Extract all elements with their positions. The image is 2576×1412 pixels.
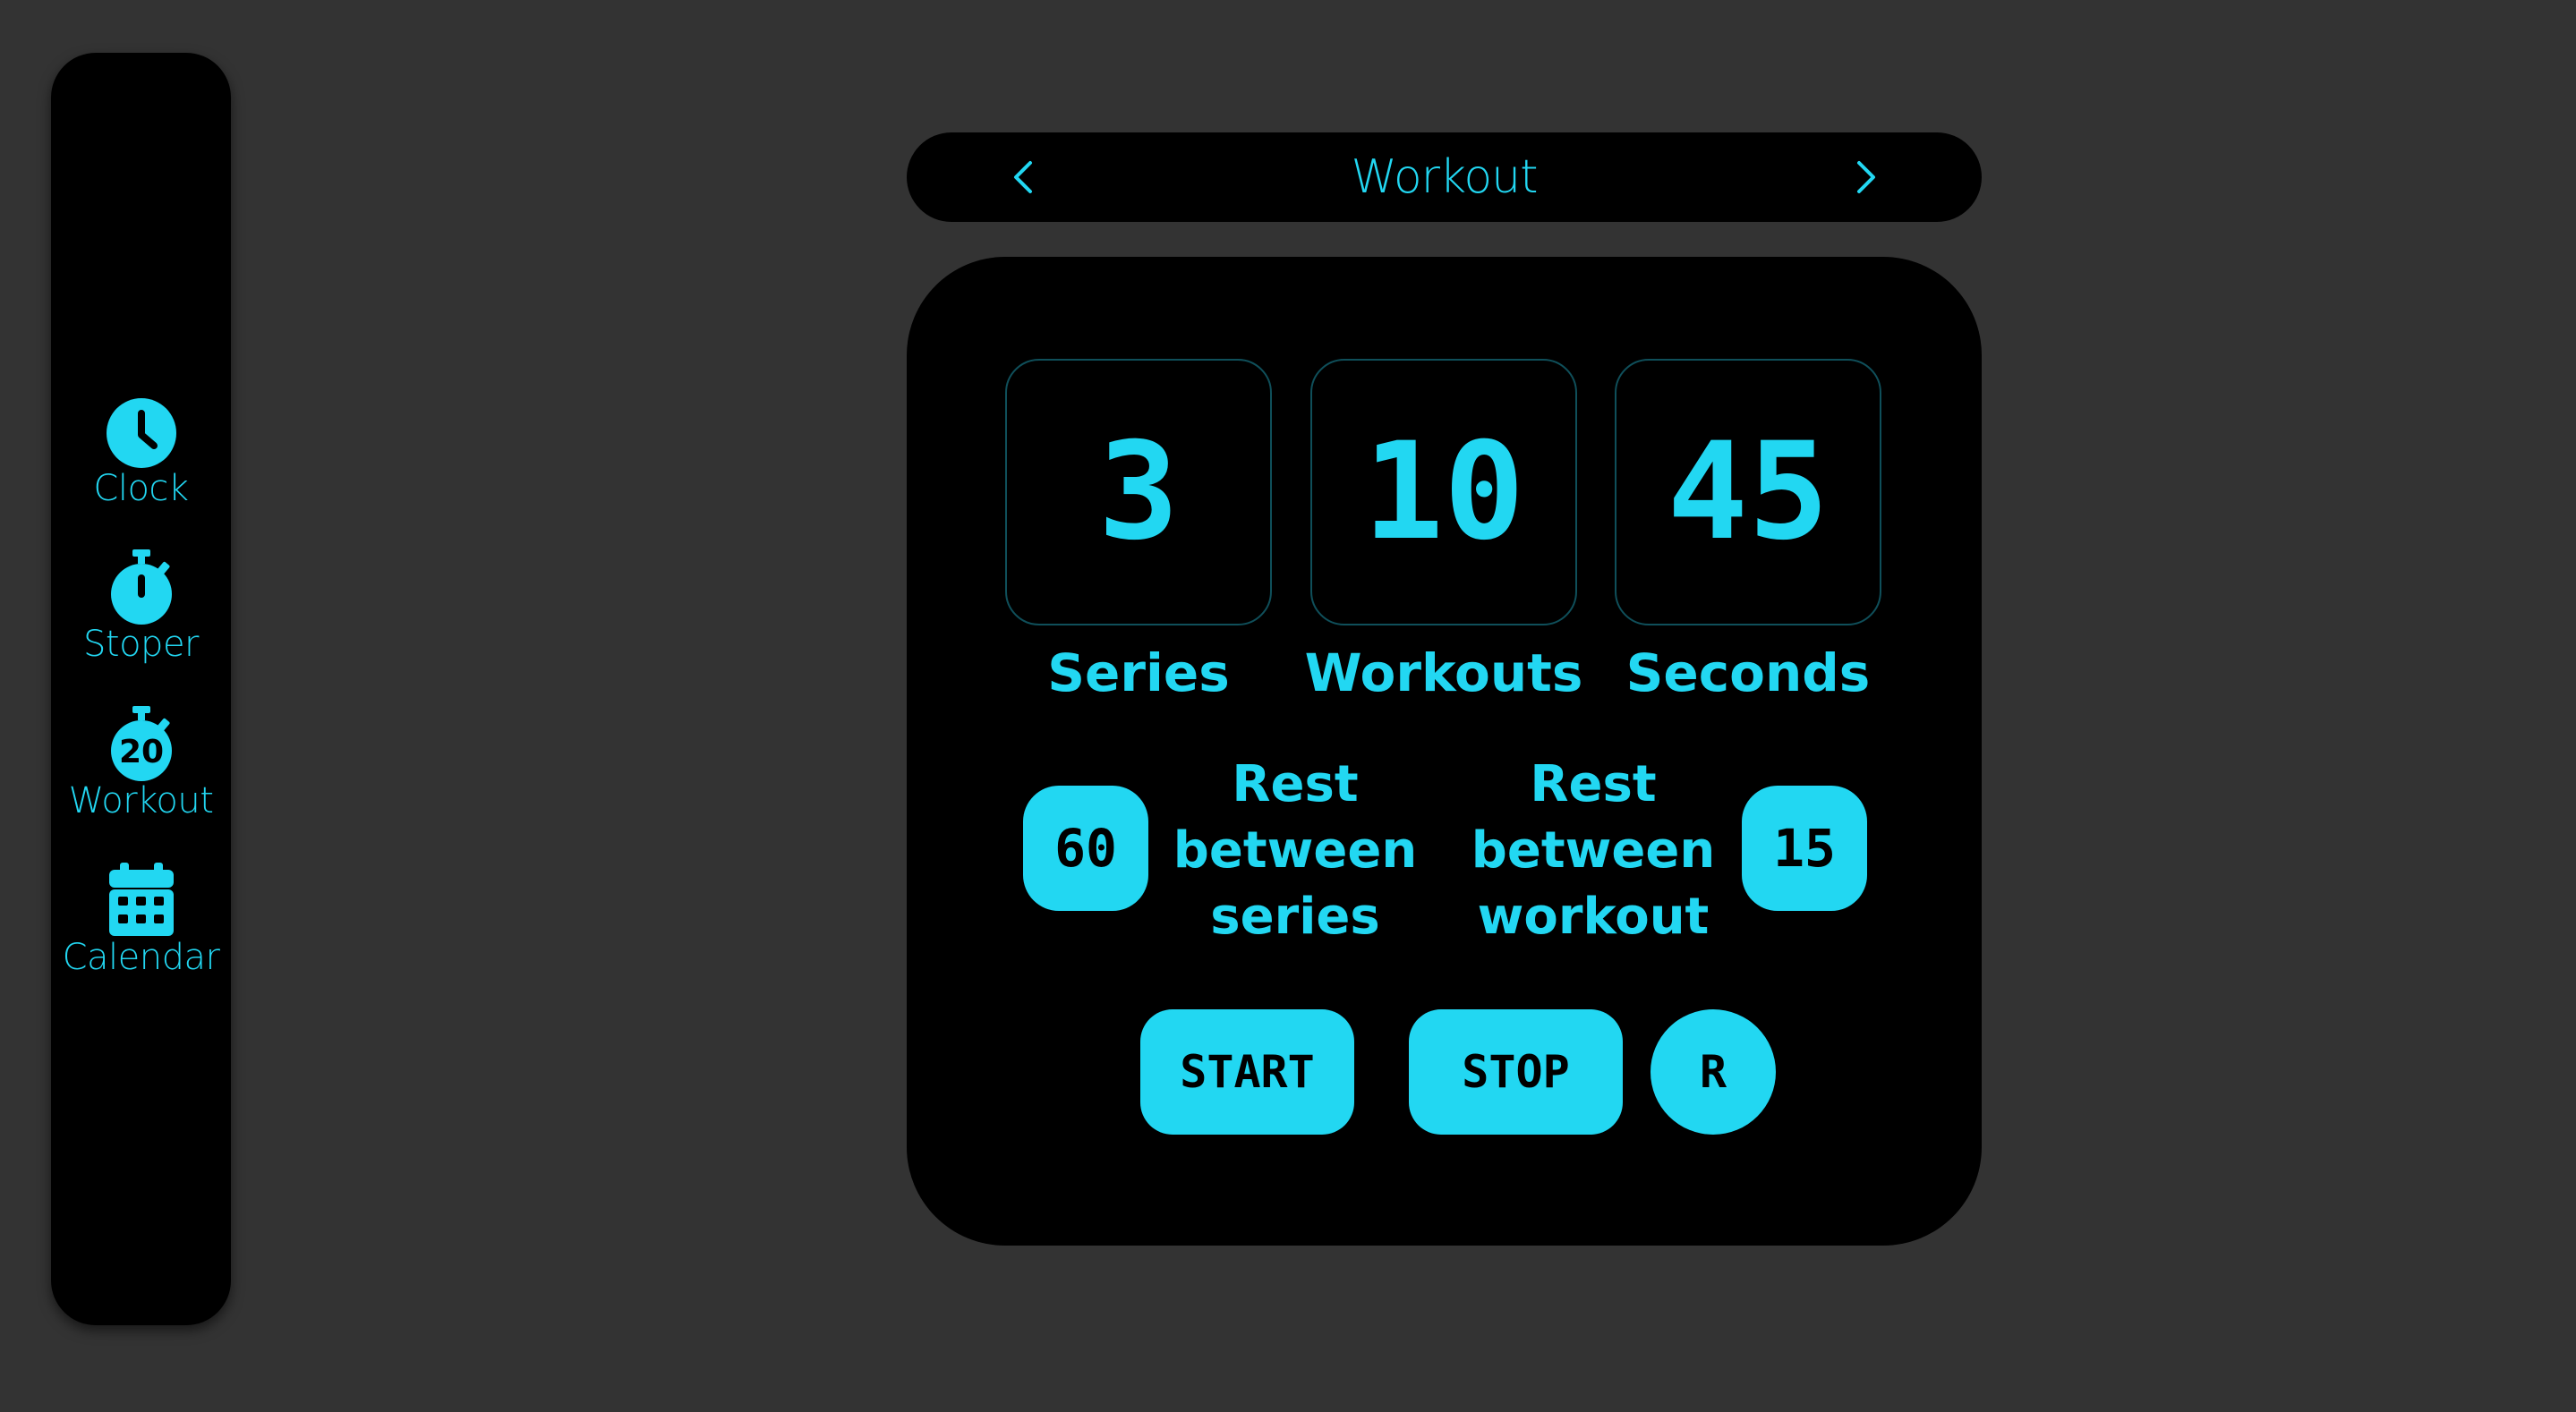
sidebar-item-label: Stoper [83, 624, 200, 665]
sidebar-item-clock[interactable]: Clock [51, 397, 231, 508]
workout-badge: 20 [118, 734, 163, 770]
start-button[interactable]: START [1140, 1009, 1354, 1135]
seconds-counter[interactable]: 45 [1615, 359, 1881, 625]
sidebar: Clock Stoper 20 Workout Calendar [51, 53, 231, 1325]
workout-panel: 3 10 45 Series Workouts Seconds 60 Rest … [907, 257, 1982, 1246]
sidebar-item-workout[interactable]: 20 Workout [51, 706, 231, 821]
sidebar-item-calendar[interactable]: Calendar [51, 863, 231, 977]
series-counter[interactable]: 3 [1005, 359, 1272, 625]
series-label: Series [1047, 642, 1230, 703]
chevron-right-icon[interactable] [1845, 157, 1884, 197]
calendar-icon [108, 863, 174, 936]
workouts-label: Workouts [1304, 642, 1583, 703]
page-title: Workout [1351, 150, 1539, 204]
workout-timer-icon: 20 [110, 706, 172, 781]
rest-between-workout-value[interactable]: 15 [1742, 786, 1867, 911]
rest-between-series-value[interactable]: 60 [1023, 786, 1148, 911]
workouts-counter[interactable]: 10 [1310, 359, 1577, 625]
mode-switcher: Workout [907, 132, 1982, 222]
sidebar-item-label: Workout [68, 780, 214, 821]
stopwatch-icon [110, 549, 172, 625]
seconds-label: Seconds [1625, 642, 1871, 703]
reset-button[interactable]: R [1651, 1009, 1776, 1135]
sidebar-item-stoper[interactable]: Stoper [51, 549, 231, 664]
sidebar-item-label: Calendar [62, 937, 220, 978]
rest-between-series-label: Rest between series [1173, 755, 1418, 946]
stop-button[interactable]: STOP [1409, 1009, 1623, 1135]
rest-between-workout-label: Rest between workout [1471, 755, 1716, 946]
clock-icon [106, 398, 176, 468]
sidebar-item-label: Clock [93, 468, 189, 509]
